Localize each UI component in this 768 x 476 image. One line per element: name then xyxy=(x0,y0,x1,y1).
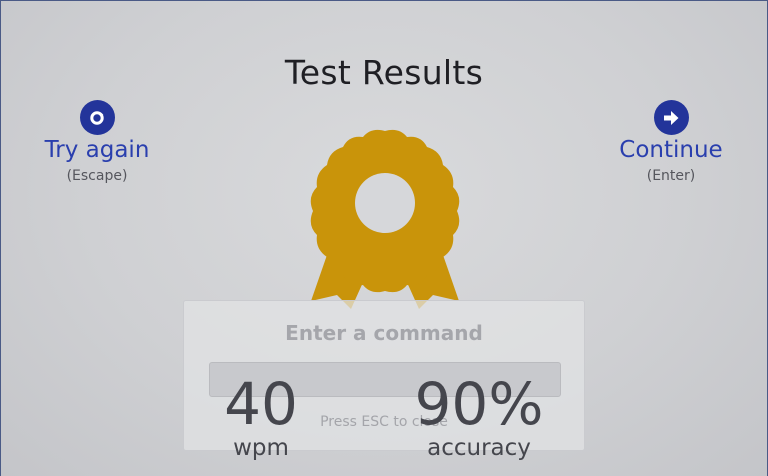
wpm-label: wpm xyxy=(233,435,289,461)
redo-icon[interactable] xyxy=(79,100,115,135)
page-title: Test Results xyxy=(284,53,484,92)
accuracy-stat: 90% accuracy xyxy=(399,375,559,461)
wpm-stat: 40 wpm xyxy=(211,375,311,461)
continue-shortcut: (Enter) xyxy=(646,168,696,184)
try-again-label[interactable]: Try again xyxy=(22,137,172,163)
try-again-shortcut: (Escape) xyxy=(66,168,128,184)
try-again-button[interactable]: Try again (Escape) xyxy=(22,100,172,184)
continue-button[interactable]: Continue (Enter) xyxy=(596,100,746,184)
wpm-value: 40 xyxy=(224,370,298,438)
arrow-right-icon[interactable] xyxy=(653,100,689,135)
command-palette-title: Enter a command xyxy=(285,321,483,345)
award-ribbon-icon xyxy=(310,129,460,309)
continue-label[interactable]: Continue xyxy=(596,137,746,163)
results-screen: Test Results Try again (Escape) Continue… xyxy=(0,0,768,476)
accuracy-label: accuracy xyxy=(427,435,531,461)
accuracy-value: 90% xyxy=(414,370,544,438)
